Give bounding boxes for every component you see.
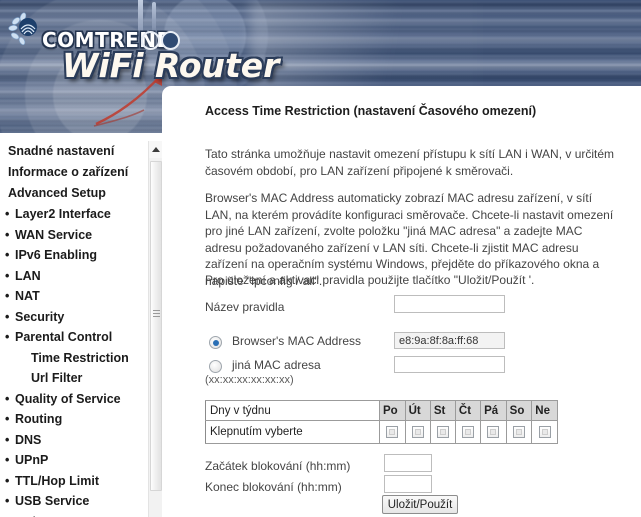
description-paragraph-3: Pro uložení a aktivaci pravidla použijte… — [205, 273, 535, 287]
day-checkbox-cell-po[interactable] — [378, 420, 406, 444]
sidebar-item-dns[interactable]: DNS — [0, 430, 148, 451]
day-checkbox-ut[interactable] — [411, 425, 424, 438]
sidebar-item-url-filter[interactable]: Url Filter — [0, 368, 148, 389]
days-table-header-row: Dny v týdnu Po Út St Čt Pá So Ne — [205, 400, 558, 421]
day-checkbox-so[interactable] — [512, 425, 525, 438]
scrollbar-grip-icon — [153, 310, 160, 319]
days-table-row: Klepnutím vyberte — [205, 420, 558, 444]
save-apply-button[interactable]: Uložit/Použít — [382, 495, 458, 514]
scroll-up-arrow-icon[interactable] — [149, 141, 163, 158]
sidebar-item-nat[interactable]: NAT — [0, 286, 148, 307]
sidebar-item-security[interactable]: Security — [0, 307, 148, 328]
days-of-week-table: Dny v týdnu Po Út St Čt Pá So Ne Klepnut… — [205, 400, 558, 444]
day-header-po: Po — [378, 400, 406, 421]
sidebar-item-quality-of-service[interactable]: Quality of Service — [0, 389, 148, 410]
sidebar-item-parental-control[interactable]: Parental Control — [0, 327, 148, 348]
sidebar-item-usb-service[interactable]: USB Service — [0, 491, 148, 512]
sidebar-item-lan[interactable]: LAN — [0, 266, 148, 287]
sidebar-item-ipv6-enabling[interactable]: IPv6 Enabling — [0, 245, 148, 266]
browser-mac-radio[interactable] — [209, 336, 222, 349]
day-header-ut: Út — [404, 400, 431, 421]
day-header-ne: Ne — [531, 400, 558, 421]
sidebar-item-routing[interactable]: Routing — [0, 409, 148, 430]
day-checkbox-cell-so[interactable] — [505, 420, 533, 444]
sidebar-item-layer2-interface[interactable]: Layer2 Interface — [0, 204, 148, 225]
day-header-ct: Čt — [454, 400, 482, 421]
sidebar-item-informace-o-zarizeni[interactable]: Informace o zařízení — [0, 162, 148, 183]
day-header-st: St — [429, 400, 456, 421]
end-time-input[interactable] — [384, 475, 432, 493]
comtrend-flower-logo-icon — [8, 12, 37, 46]
end-time-label: Konec blokování (hh:mm) — [205, 480, 342, 494]
day-checkbox-st[interactable] — [436, 425, 449, 438]
day-header-so: So — [505, 400, 533, 421]
sidebar-item-snadne-nastaveni[interactable]: Snadné nastavení — [0, 141, 148, 162]
day-checkbox-pa[interactable] — [487, 425, 500, 438]
rule-name-input[interactable] — [394, 295, 505, 313]
main-content-panel: Access Time Restriction (nastavení Časov… — [162, 86, 641, 517]
banner-product-title: WiFi Router — [62, 46, 280, 85]
other-mac-label: jiná MAC adresa — [232, 358, 321, 372]
scrollbar-thumb[interactable] — [150, 161, 162, 491]
other-mac-format-hint: (xx:xx:xx:xx:xx:xx) — [205, 374, 294, 386]
day-checkbox-cell-ut[interactable] — [404, 420, 431, 444]
sidebar-item-ttl-hop-limit[interactable]: TTL/Hop Limit — [0, 471, 148, 492]
sidebar-item-time-restriction[interactable]: Time Restriction — [0, 348, 148, 369]
days-select-hint: Klepnutím vyberte — [205, 420, 380, 444]
other-mac-input[interactable] — [394, 356, 505, 373]
days-table-title: Dny v týdnu — [205, 400, 380, 421]
sidebar-navigation: Snadné nastavení Informace o zařízení Ad… — [0, 141, 148, 517]
sidebar-item-advanced-setup[interactable]: Advanced Setup — [0, 183, 148, 204]
day-header-pa: Pá — [480, 400, 507, 421]
description-paragraph-1: Tato stránka umožňuje nastavit omezení p… — [205, 147, 615, 178]
day-checkbox-cell-ne[interactable] — [531, 420, 558, 444]
day-checkbox-cell-st[interactable] — [429, 420, 456, 444]
sidebar-item-wan-service[interactable]: WAN Service — [0, 225, 148, 246]
day-checkbox-po[interactable] — [386, 425, 399, 438]
other-mac-radio[interactable] — [209, 360, 222, 373]
start-time-input[interactable] — [384, 454, 432, 472]
day-checkbox-cell-ct[interactable] — [454, 420, 482, 444]
sidebar-item-upnp[interactable]: UPnP — [0, 450, 148, 471]
browser-mac-input[interactable] — [394, 332, 505, 349]
start-time-label: Začátek blokování (hh:mm) — [205, 459, 351, 473]
day-checkbox-cell-pa[interactable] — [480, 420, 507, 444]
sidebar-scrollbar[interactable] — [148, 141, 163, 517]
page-title: Access Time Restriction (nastavení Časov… — [205, 104, 537, 118]
sidebar-item-3g-4g[interactable]: 3G/4G — [0, 512, 148, 517]
day-checkbox-ne[interactable] — [538, 425, 551, 438]
day-checkbox-ct[interactable] — [462, 425, 475, 438]
browser-mac-label: Browser's MAC Address — [232, 334, 361, 348]
rule-name-label: Název pravidla — [205, 300, 285, 314]
